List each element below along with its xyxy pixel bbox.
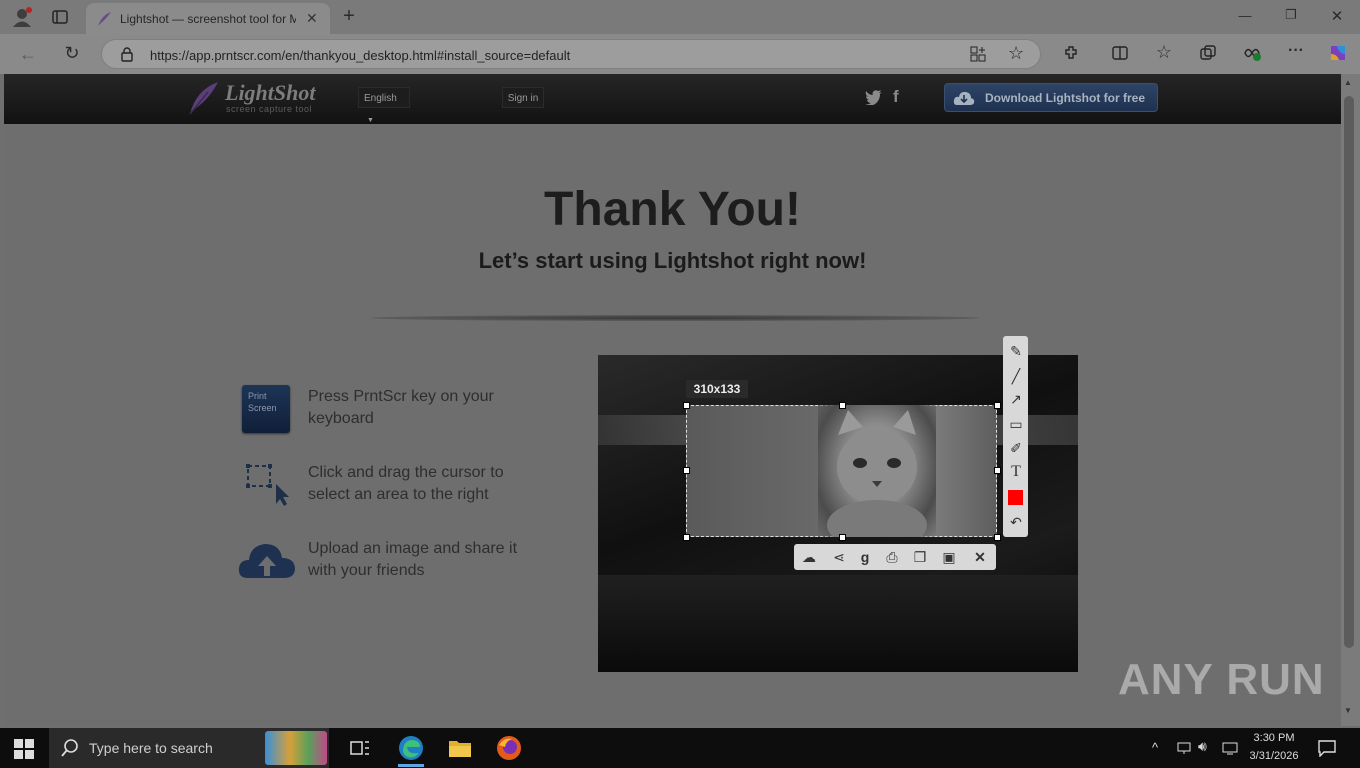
clock-time[interactable]: 3:30 PM [1248, 732, 1300, 744]
save-icon[interactable]: ▣ [939, 547, 959, 567]
lightshot-feather-icon [188, 80, 220, 121]
task-view-icon[interactable] [350, 738, 370, 763]
lock-icon[interactable] [120, 46, 134, 67]
display-icon[interactable] [1222, 740, 1238, 761]
scrollbar-thumb[interactable] [1344, 96, 1354, 648]
download-cloud-icon [953, 89, 975, 112]
undo-icon[interactable]: ↶ [1006, 512, 1026, 532]
key-label-line2: Screen [248, 403, 277, 413]
new-tab-button[interactable]: + [340, 5, 358, 28]
extensions-icon[interactable] [1061, 44, 1081, 66]
browser-essentials-icon[interactable] [1242, 44, 1262, 66]
file-explorer-icon[interactable] [448, 738, 472, 763]
network-icon[interactable] [1176, 740, 1192, 761]
facebook-icon[interactable]: f [893, 87, 899, 107]
marker-icon[interactable]: ✐ [1006, 438, 1026, 458]
minimize-button[interactable]: — [1236, 8, 1254, 23]
chevron-up-icon[interactable]: ^ [1152, 740, 1158, 755]
signin-button[interactable]: Sign in [502, 87, 544, 108]
search-placeholder: Type here to search [89, 740, 213, 756]
drawing-toolbar: ✎ ╱ ↗ ▭ ✐ T ↶ [1003, 336, 1028, 537]
text-tool-icon[interactable]: T [1006, 462, 1026, 482]
edge-active-indicator [398, 764, 424, 767]
clock-date[interactable]: 3/31/2026 [1246, 750, 1302, 762]
feather-icon [96, 11, 112, 32]
favorites-icon[interactable]: ☆ [1154, 42, 1174, 63]
url-text: https://app.prntscr.com/en/thankyou_desk… [150, 48, 571, 63]
profile-icon[interactable] [10, 6, 34, 28]
line-tool-icon[interactable]: ╱ [1006, 366, 1026, 386]
language-select[interactable]: English ▼ [358, 87, 410, 124]
resize-handle-left[interactable] [683, 467, 690, 474]
color-picker-icon[interactable] [1008, 490, 1023, 505]
logo-text[interactable]: LightShot [225, 80, 315, 106]
close-icon[interactable]: ✕ [970, 547, 990, 567]
key-label-line1: Print [248, 391, 267, 401]
rectangle-tool-icon[interactable]: ▭ [1006, 414, 1026, 434]
favorite-star-icon[interactable]: ☆ [1008, 43, 1024, 64]
step-press-key: Press PrntScr key on your keyboard [308, 388, 494, 427]
logo-subtitle: screen capture tool [226, 104, 313, 114]
step-drag-cursor: Click and drag the cursor to select an a… [308, 464, 504, 503]
back-arrow-icon[interactable]: ← [18, 44, 38, 65]
volume-icon[interactable]: 🔊︎ [1198, 738, 1207, 755]
page-subtitle: Let’s start using Lightshot right now! [478, 248, 867, 273]
refresh-icon[interactable]: ↻ [62, 43, 82, 64]
collections-icon[interactable] [1198, 44, 1218, 66]
twitter-icon[interactable] [865, 89, 883, 110]
close-window-button[interactable]: ✕ [1328, 7, 1346, 25]
arrow-tool-icon[interactable]: ↗ [1006, 389, 1026, 409]
app-available-icon[interactable] [970, 46, 986, 67]
language-label: English [364, 93, 397, 104]
taskbar-search[interactable]: Type here to search [49, 728, 329, 768]
action-toolbar: ☁ ⋖ g ⎙ ❐ ▣ ✕ [794, 544, 996, 570]
selection-size-label: 310x133 [686, 380, 748, 398]
anyrun-watermark: ANY RUN [1118, 655, 1325, 704]
print-icon[interactable]: ⎙ [882, 547, 902, 567]
resize-handle-right[interactable] [994, 467, 1001, 474]
notifications-icon[interactable] [1318, 739, 1336, 762]
firefox-icon[interactable] [496, 735, 522, 766]
google-search-icon[interactable]: g [855, 547, 875, 567]
divider [370, 315, 980, 321]
upload-icon[interactable]: ☁ [799, 547, 819, 567]
share-icon[interactable]: ⋖ [829, 547, 849, 567]
upload-cloud-icon [238, 540, 296, 585]
page-title: Thank You! [544, 183, 801, 236]
tab-lightshot[interactable]: Lightshot — screenshot tool for M ✕ [86, 3, 330, 34]
search-highlight-image [265, 731, 327, 765]
resize-handle-top-right[interactable] [994, 402, 1001, 409]
select-area-icon [246, 464, 292, 513]
chevron-down-icon: ▼ [367, 117, 374, 124]
download-button[interactable]: Download Lightshot for free [944, 83, 1158, 112]
address-bar[interactable]: https://app.prntscr.com/en/thankyou_desk… [101, 39, 1041, 69]
resize-handle-top[interactable] [839, 402, 846, 409]
copy-icon[interactable]: ❐ [910, 547, 930, 567]
print-screen-key-icon: Print Screen [242, 385, 290, 433]
cat-photo [818, 405, 936, 537]
tab-title: Lightshot — screenshot tool for M [120, 12, 296, 26]
split-screen-icon[interactable] [1110, 44, 1130, 66]
close-tab-icon[interactable]: ✕ [306, 10, 318, 27]
car-seat-area [598, 575, 1078, 672]
scroll-down-icon[interactable]: ▼ [1344, 706, 1352, 715]
resize-handle-bottom-right[interactable] [994, 534, 1001, 541]
copilot-icon[interactable] [1326, 42, 1350, 68]
more-options-icon[interactable]: ··· [1286, 42, 1306, 60]
scroll-up-icon[interactable]: ▲ [1344, 78, 1352, 87]
step-upload-share: Upload an image and share it with your f… [308, 540, 518, 579]
resize-handle-bottom[interactable] [839, 534, 846, 541]
restore-button[interactable]: ❐ [1282, 7, 1300, 23]
download-button-label: Download Lightshot for free [985, 91, 1145, 105]
pen-icon[interactable]: ✎ [1006, 341, 1026, 361]
search-icon [61, 738, 79, 763]
tab-actions-icon[interactable] [50, 8, 70, 28]
resize-handle-bottom-left[interactable] [683, 534, 690, 541]
windows-start-icon[interactable] [14, 739, 34, 764]
resize-handle-top-left[interactable] [683, 402, 690, 409]
edge-taskbar-icon[interactable] [398, 735, 424, 766]
